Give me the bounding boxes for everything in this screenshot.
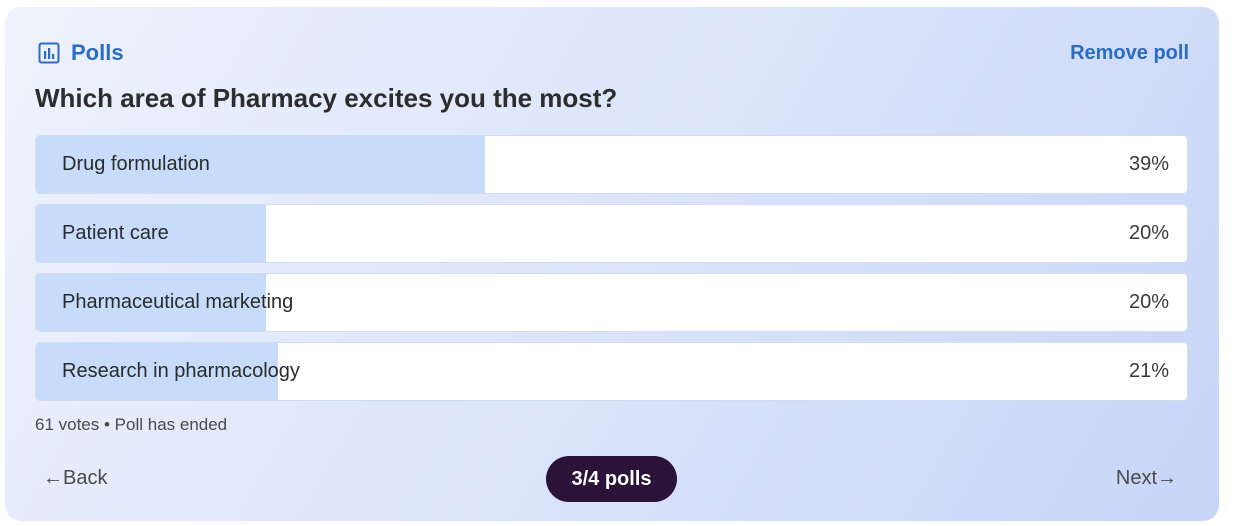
poll-option[interactable]: Research in pharmacology 21% bbox=[35, 342, 1188, 401]
poll-question: Which area of Pharmacy excites you the m… bbox=[35, 83, 618, 113]
option-percent: 21% bbox=[1128, 360, 1169, 382]
poll-header: Polls bbox=[38, 40, 124, 66]
next-button[interactable]: Next→ bbox=[1116, 467, 1177, 490]
poll-status: 61 votes • Poll has ended bbox=[35, 415, 228, 434]
poll-option[interactable]: Drug formulation 39% bbox=[35, 135, 1188, 194]
back-button[interactable]: ←Back bbox=[43, 467, 107, 490]
poll-option[interactable]: Pharmaceutical marketing 20% bbox=[35, 273, 1188, 332]
polls-title: Polls bbox=[71, 40, 124, 65]
option-label: Research in pharmacology bbox=[62, 360, 300, 382]
option-label: Pharmaceutical marketing bbox=[62, 291, 294, 313]
option-label: Drug formulation bbox=[62, 153, 210, 175]
poll-option[interactable]: Patient care 20% bbox=[35, 204, 1188, 263]
poll-options: Drug formulation 39% Patient care 20% Ph… bbox=[35, 135, 1188, 411]
option-percent: 20% bbox=[1128, 222, 1169, 244]
poll-counter: 3/4 polls bbox=[546, 456, 677, 502]
option-label: Patient care bbox=[62, 222, 169, 244]
option-percent: 39% bbox=[1128, 153, 1169, 175]
remove-poll-button[interactable]: Remove poll bbox=[1070, 42, 1189, 65]
bar-chart-icon bbox=[38, 42, 60, 64]
option-percent: 20% bbox=[1128, 291, 1169, 313]
poll-card: Polls Remove poll Which area of Pharmacy… bbox=[5, 7, 1219, 521]
